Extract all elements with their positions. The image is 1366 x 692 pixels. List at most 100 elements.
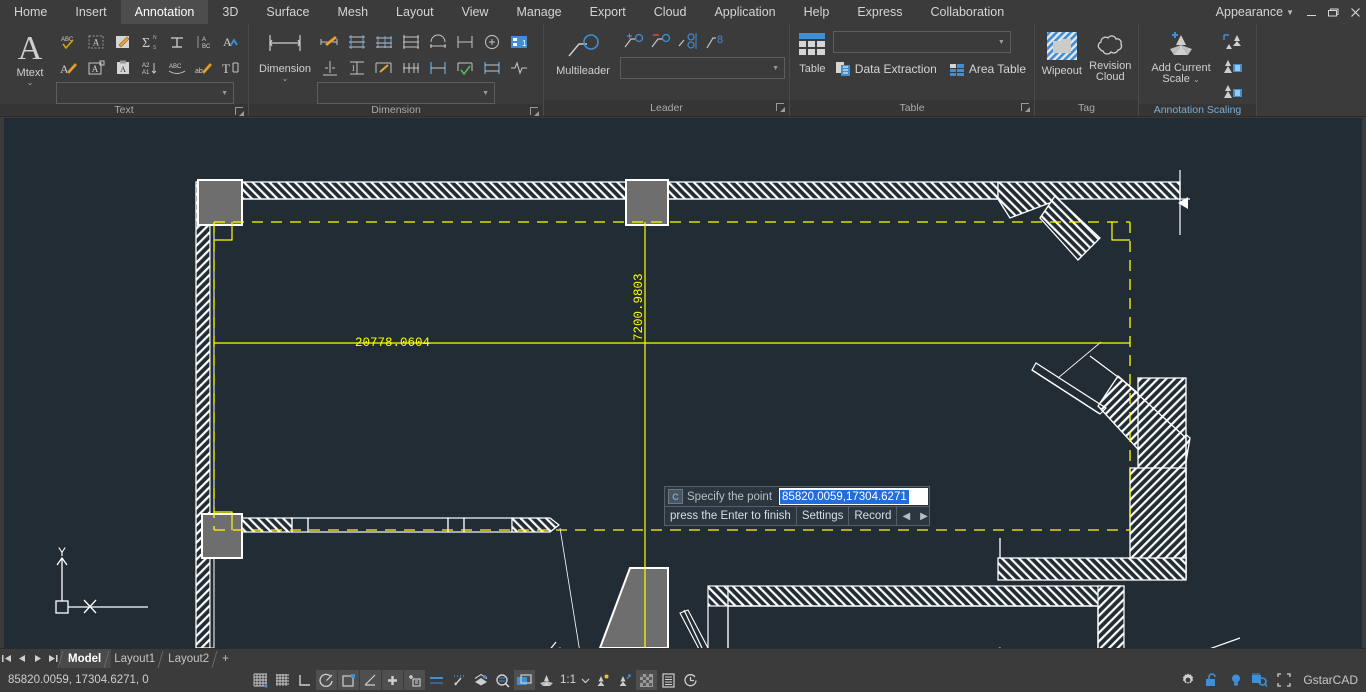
dimension-edit-icon[interactable] (479, 56, 505, 80)
viewport-isolate-icon[interactable] (636, 670, 657, 690)
restore-button[interactable] (1322, 0, 1344, 24)
center-mark-icon[interactable] (479, 30, 505, 54)
menu-item-annotation[interactable]: Annotation (121, 0, 209, 24)
menu-item-home[interactable]: Home (0, 0, 61, 24)
dynamic-input-prev-icon[interactable]: ◀ (897, 507, 915, 525)
dynamic-input-tooltip[interactable]: C Specify the point 85820.0059,17304.627… (664, 486, 930, 526)
dynamic-input-record-button[interactable]: Record (849, 507, 897, 525)
mtext-button[interactable]: A Mtext ⌄ (4, 27, 56, 87)
baseline-dimension-icon[interactable] (344, 30, 370, 54)
grid-display-icon[interactable] (250, 670, 271, 690)
unlock-toolbars-icon[interactable] (1201, 670, 1222, 690)
dynamic-input-settings-button[interactable]: Settings (797, 507, 850, 525)
menu-item-collaboration[interactable]: Collaboration (916, 0, 1018, 24)
minimize-button[interactable] (1300, 0, 1322, 24)
dialog-launcher-icon[interactable] (530, 107, 539, 116)
dimension-style-combo[interactable]: ▼ (317, 82, 495, 104)
dimension-check-icon[interactable] (452, 56, 478, 80)
text-fit-icon[interactable]: T (218, 56, 244, 80)
add-leader-icon[interactable] (620, 29, 646, 53)
dimension-break-icon[interactable] (317, 56, 343, 80)
dimension-jogline-icon[interactable] (506, 56, 532, 80)
layout-display-icon[interactable] (658, 670, 679, 690)
dimension-block-icon[interactable]: 1 (506, 30, 532, 54)
wipeout-button[interactable]: Wipeout (1039, 27, 1085, 77)
ortho-mode-icon[interactable] (294, 670, 315, 690)
menu-item-layout[interactable]: Layout (382, 0, 448, 24)
dialog-launcher-icon[interactable] (1021, 103, 1030, 112)
text-style-icon[interactable]: A (218, 30, 244, 54)
annotation-autoscale-icon[interactable] (592, 670, 613, 690)
add-scale-list-icon[interactable] (1219, 55, 1245, 79)
menu-item-manage[interactable]: Manage (502, 0, 575, 24)
transparency-icon[interactable] (448, 670, 469, 690)
dialog-launcher-icon[interactable] (235, 107, 244, 116)
continue-dimension-icon[interactable] (371, 30, 397, 54)
dynamic-input-field[interactable]: 85820.0059,17304.6271 (778, 487, 929, 506)
workspace-switch-icon[interactable] (514, 670, 535, 690)
text-case-icon[interactable]: ABC (191, 30, 217, 54)
menu-item-cloud[interactable]: Cloud (640, 0, 701, 24)
arc-text-icon[interactable]: ABC (164, 56, 190, 80)
hardware-acceleration-icon[interactable] (1249, 670, 1270, 690)
dialog-launcher-icon[interactable] (776, 103, 785, 112)
scale-text-icon[interactable]: A (83, 56, 109, 80)
dimension-inspect-icon[interactable]: I (344, 56, 370, 80)
tips-bulb-icon[interactable] (1225, 670, 1246, 690)
area-table-button[interactable]: Area Table (945, 59, 1030, 79)
dimension-arc-icon[interactable] (425, 30, 451, 54)
menu-item-mesh[interactable]: Mesh (323, 0, 382, 24)
menu-item-insert[interactable]: Insert (61, 0, 120, 24)
quick-dimension-icon[interactable] (317, 30, 343, 54)
selection-cycling-icon[interactable] (470, 670, 491, 690)
first-tab-icon[interactable] (0, 649, 15, 668)
annotation-visibility-icon[interactable] (536, 670, 557, 690)
text-to-clipboard-icon[interactable]: A (110, 56, 136, 80)
object-snap-icon[interactable] (338, 670, 359, 690)
dimension-oblique-icon[interactable] (371, 56, 397, 80)
appearance-dropdown[interactable]: Appearance ▼ (1206, 0, 1300, 24)
delete-scale-list-icon[interactable] (1219, 80, 1245, 104)
quick-properties-icon[interactable] (492, 670, 513, 690)
text-style-combo[interactable]: ▼ (56, 82, 234, 104)
edit-text-icon[interactable] (110, 30, 136, 54)
table-button[interactable]: Table (794, 27, 831, 75)
text-sort-icon[interactable]: A2A1 (137, 56, 163, 80)
menu-item-help[interactable]: Help (790, 0, 844, 24)
multileader-style-combo[interactable]: ▼ (620, 57, 785, 79)
spell-check-icon[interactable]: ABC (56, 30, 82, 54)
menu-item-export[interactable]: Export (576, 0, 640, 24)
annotation-scale-label[interactable]: 1:1 (558, 674, 578, 686)
text-align-icon[interactable] (164, 30, 190, 54)
snap-mode-icon[interactable] (272, 670, 293, 690)
dimension-jog-icon[interactable] (452, 30, 478, 54)
dynamic-ucs-icon[interactable] (382, 670, 403, 690)
multileader-button[interactable]: Multileader (548, 27, 618, 77)
next-tab-icon[interactable] (30, 649, 45, 668)
tab-layout1[interactable]: Layout1 (106, 649, 165, 668)
close-button[interactable] (1344, 0, 1366, 24)
menu-item-surface[interactable]: Surface (252, 0, 323, 24)
prev-tab-icon[interactable] (15, 649, 30, 668)
fullscreen-icon[interactable] (1273, 670, 1294, 690)
polar-tracking-icon[interactable] (316, 670, 337, 690)
settings-gear-icon[interactable] (1177, 670, 1198, 690)
chevron-down-icon[interactable] (579, 670, 591, 690)
tab-add-layout[interactable]: + (214, 649, 239, 668)
remove-leader-icon[interactable] (647, 29, 673, 53)
dimension-space-icon[interactable] (398, 30, 424, 54)
dynamic-input-icon[interactable] (404, 670, 425, 690)
menu-item-3d[interactable]: 3D (208, 0, 252, 24)
revision-cloud-button[interactable]: RevisionCloud (1087, 27, 1134, 83)
dimension-button[interactable]: Dimension ⌄ (253, 27, 317, 83)
object-snap-tracking-icon[interactable] (360, 670, 381, 690)
multiple-dimension-icon[interactable] (398, 56, 424, 80)
align-leader-icon[interactable] (674, 29, 700, 53)
drawing-canvas[interactable]: 20778.0604 7200.9803 Y C Specify the poi… (0, 118, 1366, 648)
coordinate-readout[interactable]: 85820.0059, 17304.6271, 0 (0, 674, 250, 686)
menu-item-express[interactable]: Express (843, 0, 916, 24)
annotation-monitor-icon[interactable] (614, 670, 635, 690)
sync-scale-icon[interactable] (1219, 30, 1245, 54)
add-current-scale-button[interactable]: Add CurrentScale ⌄ (1143, 27, 1219, 85)
table-style-combo[interactable]: ▼ (833, 31, 1011, 53)
